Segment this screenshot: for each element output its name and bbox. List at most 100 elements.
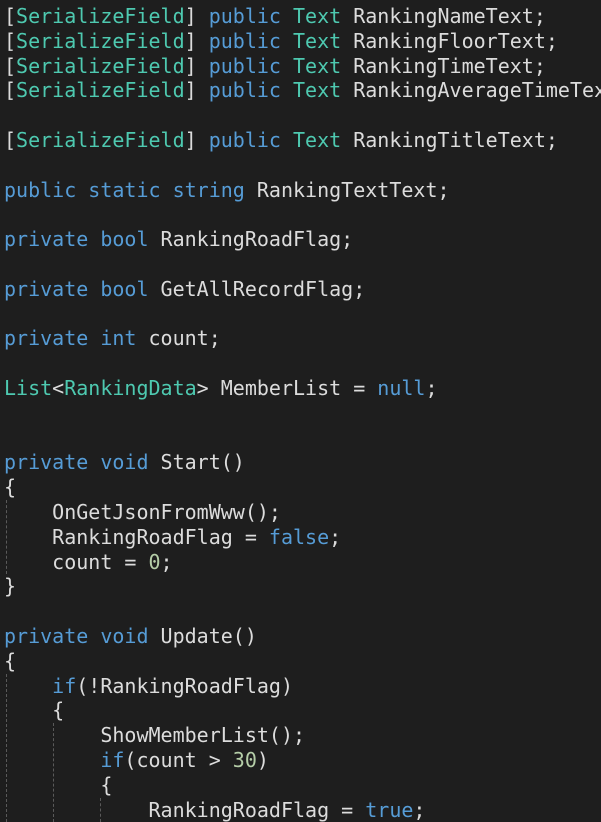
- code-line[interactable]: private void Update(): [4, 624, 601, 649]
- code-token: bool: [100, 227, 149, 252]
- code-line[interactable]: {: [4, 773, 601, 798]
- code-token: SerializeField: [16, 78, 185, 103]
- code-token: public: [208, 28, 281, 53]
- code-token: Text: [293, 4, 342, 28]
- code-token: ;: [160, 549, 173, 574]
- code-token: Text: [293, 128, 342, 152]
- code-line[interactable]: [4, 202, 601, 227]
- code-token: count;: [136, 326, 221, 351]
- code-line[interactable]: {: [4, 698, 601, 723]
- code-token: [: [4, 28, 17, 53]
- code-line[interactable]: {: [4, 649, 601, 674]
- code-token: List: [4, 376, 53, 400]
- code-token: 0: [148, 549, 161, 574]
- code-line[interactable]: [SerializeField] public Text RankingAver…: [4, 78, 601, 103]
- code-line[interactable]: [4, 426, 601, 451]
- code-token: if: [100, 748, 125, 772]
- code-token: [: [4, 4, 17, 28]
- code-token: false: [268, 524, 330, 549]
- code-token: {: [4, 698, 65, 723]
- code-token: ]: [184, 78, 209, 103]
- code-token: void: [100, 450, 149, 475]
- code-token: ;: [413, 797, 426, 822]
- code-token: {: [4, 772, 113, 797]
- code-line[interactable]: [SerializeField] public Text RankingTitl…: [4, 128, 601, 153]
- code-token: SerializeField: [16, 53, 185, 78]
- code-line[interactable]: [SerializeField] public Text RankingName…: [4, 4, 601, 29]
- indent-guide: [100, 797, 101, 822]
- code-line[interactable]: count = 0;: [4, 550, 601, 575]
- code-line[interactable]: [4, 153, 601, 178]
- code-line[interactable]: [4, 302, 601, 327]
- code-line[interactable]: [4, 401, 601, 426]
- code-line[interactable]: public static string RankingTextText;: [4, 178, 601, 203]
- code-line[interactable]: RankingRoadFlag = true;: [4, 798, 601, 822]
- code-line[interactable]: if(count > 30): [4, 748, 601, 773]
- code-token: ): [256, 748, 269, 772]
- code-token: public: [208, 53, 281, 78]
- code-token: count =: [4, 549, 149, 574]
- code-line[interactable]: [SerializeField] public Text RankingFloo…: [4, 29, 601, 54]
- code-token: OnGetJsonFromWww();: [4, 500, 281, 524]
- code-token: Update(): [148, 624, 257, 648]
- code-token: (!RankingRoadFlag): [76, 673, 294, 698]
- code-line[interactable]: [4, 103, 601, 128]
- code-token: ]: [184, 4, 209, 28]
- code-token: SerializeField: [16, 4, 185, 28]
- code-line[interactable]: RankingRoadFlag = false;: [4, 525, 601, 550]
- code-token: int: [100, 326, 137, 351]
- code-line[interactable]: if(!RankingRoadFlag): [4, 674, 601, 699]
- code-token: RankingRoadFlag;: [148, 227, 354, 252]
- code-editor[interactable]: [SerializeField] public Text RankingName…: [0, 0, 601, 822]
- code-token: (count >: [124, 748, 233, 772]
- code-line[interactable]: [4, 351, 601, 376]
- code-token: Text: [293, 53, 342, 78]
- code-token: RankingTimeText;: [341, 53, 546, 78]
- code-token: ]: [184, 53, 209, 78]
- code-line[interactable]: private int count;: [4, 326, 601, 351]
- code-token: public: [208, 78, 281, 103]
- code-line[interactable]: private bool GetAllRecordFlag;: [4, 277, 601, 302]
- code-line[interactable]: private bool RankingRoadFlag;: [4, 227, 601, 252]
- code-line[interactable]: }: [4, 574, 601, 599]
- code-token: public: [4, 177, 77, 202]
- code-token: RankingNameText;: [341, 4, 546, 28]
- code-token: GetAllRecordFlag;: [148, 276, 366, 301]
- code-token: private: [4, 227, 89, 252]
- code-line[interactable]: OnGetJsonFromWww();: [4, 500, 601, 525]
- code-line[interactable]: [SerializeField] public Text RankingTime…: [4, 54, 601, 79]
- code-token: Text: [293, 28, 342, 53]
- code-token: RankingTextText;: [244, 177, 450, 202]
- code-token: SerializeField: [16, 128, 185, 152]
- code-token: ShowMemberList();: [4, 723, 306, 748]
- code-token: RankingFloorText;: [341, 28, 558, 53]
- code-token: RankingData: [64, 376, 197, 400]
- code-line[interactable]: ShowMemberList();: [4, 723, 601, 748]
- code-token: if: [52, 673, 77, 698]
- code-token: ]: [184, 28, 209, 53]
- code-token: Start(): [148, 450, 245, 475]
- code-token: {: [4, 648, 17, 673]
- code-token: void: [100, 624, 149, 648]
- code-token: null: [377, 376, 426, 400]
- code-token: > MemberList =: [196, 376, 378, 400]
- code-line[interactable]: {: [4, 475, 601, 500]
- code-token: private: [4, 276, 89, 301]
- indent-guide: [53, 723, 54, 822]
- code-token: }: [4, 574, 17, 599]
- code-line[interactable]: [4, 252, 601, 277]
- code-line[interactable]: private void Start(): [4, 450, 601, 475]
- code-line[interactable]: List<RankingData> MemberList = null;: [4, 376, 601, 401]
- code-token: RankingAverageTimeText;: [353, 78, 601, 103]
- code-line[interactable]: [4, 599, 601, 624]
